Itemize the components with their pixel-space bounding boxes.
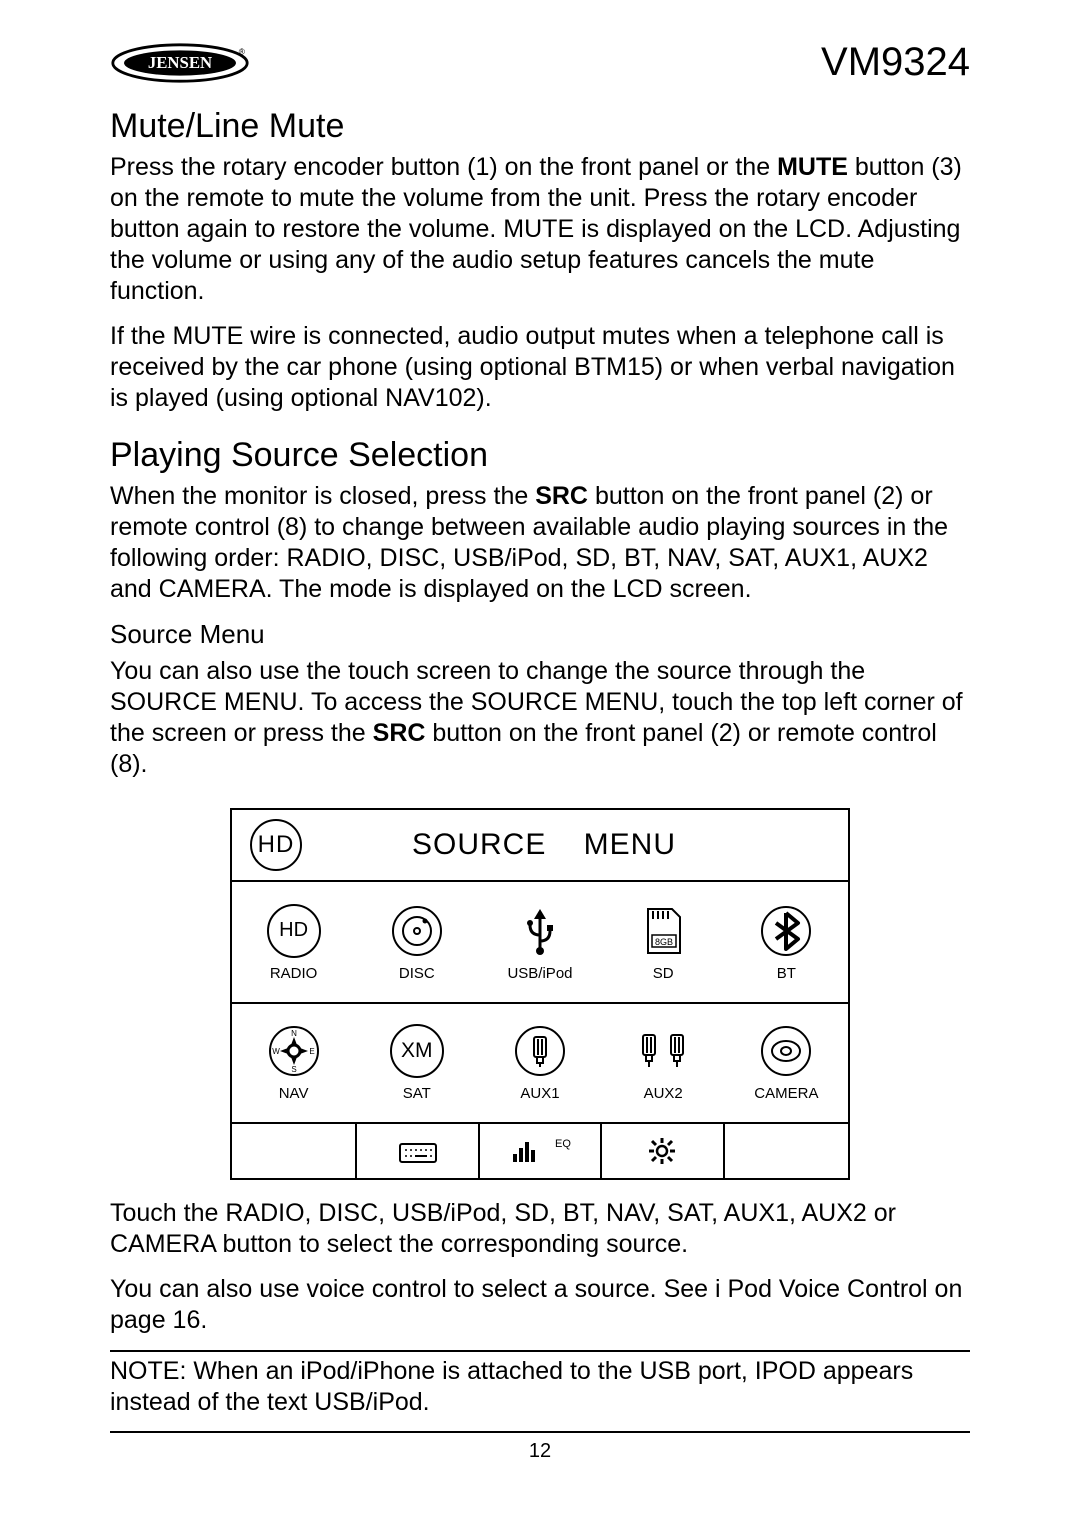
note-text: NOTE: When an iPod/iPhone is attached to…	[110, 1356, 970, 1417]
note-rule-top	[110, 1350, 970, 1352]
brand-logo-text: JENSEN	[148, 52, 212, 71]
figure-footer: EQ	[232, 1122, 848, 1178]
text: HD	[267, 904, 321, 958]
note-rule-bottom	[110, 1431, 970, 1433]
document-page: JENSEN ® VM9324 Mute/Line Mute Press the…	[0, 0, 1080, 1521]
text-bold: SRC	[535, 482, 588, 510]
source-label: SAT	[403, 1085, 431, 1102]
source-button-aux2[interactable]: AUX2	[602, 1002, 725, 1122]
source-button-radio[interactable]: HD RADIO	[232, 882, 355, 1002]
page-number: 12	[0, 1440, 1080, 1463]
svg-text:8GB: 8GB	[655, 937, 673, 947]
gear-icon	[647, 1136, 677, 1166]
footer-button-eq[interactable]: EQ	[478, 1124, 601, 1178]
mute-paragraph-1: Press the rotary encoder button (1) on t…	[110, 152, 970, 307]
source-paragraph-3: Touch the RADIO, DISC, USB/iPod, SD, BT,…	[110, 1198, 970, 1260]
equalizer-icon	[509, 1136, 553, 1166]
source-label: BT	[777, 965, 796, 982]
source-button-sat[interactable]: XM SAT	[355, 1002, 478, 1122]
source-label: RADIO	[270, 965, 318, 982]
keyboard-icon	[398, 1138, 438, 1164]
footer-spacer-right	[725, 1124, 848, 1178]
source-button-camera[interactable]: CAMERA	[725, 1002, 848, 1122]
hd-radio-icon: HD	[266, 903, 322, 959]
source-menu-figure: HD SOURCE MENU HD RADIO DISC	[230, 808, 850, 1180]
source-label: AUX1	[520, 1085, 559, 1102]
source-button-nav[interactable]: N S W E NAV	[232, 1002, 355, 1122]
text-bold: MUTE	[777, 153, 848, 181]
source-paragraph-2: You can also use the touch screen to cha…	[110, 656, 970, 780]
xm-icon: XM	[389, 1023, 445, 1079]
sd-card-icon: 8GB	[635, 903, 691, 959]
source-paragraph-4: You can also use voice control to select…	[110, 1274, 970, 1336]
bluetooth-icon	[758, 903, 814, 959]
text: Press the rotary encoder button (1) on t…	[110, 153, 777, 181]
section-heading-source: Playing Source Selection	[110, 436, 970, 475]
subheading-source-menu: Source Menu	[110, 619, 970, 650]
eq-label: EQ	[555, 1138, 571, 1150]
compass-icon: N S W E	[266, 1023, 322, 1079]
footer-button-keyboard[interactable]	[355, 1124, 478, 1178]
mute-paragraph-2: If the MUTE wire is connected, audio out…	[110, 321, 970, 414]
usb-icon	[512, 903, 568, 959]
source-button-aux1[interactable]: AUX1	[478, 1002, 601, 1122]
model-number: VM9324	[821, 40, 970, 85]
footer-spacer-left	[232, 1124, 355, 1178]
figure-title-text: SOURCE MENU	[412, 828, 676, 862]
source-label: AUX2	[644, 1085, 683, 1102]
source-button-sd[interactable]: 8GB SD	[602, 882, 725, 1002]
hd-badge-icon: HD	[250, 819, 302, 871]
svg-text:E: E	[309, 1047, 314, 1056]
svg-text:N: N	[291, 1029, 297, 1038]
section-heading-mute: Mute/Line Mute	[110, 107, 970, 146]
source-button-bt[interactable]: BT	[725, 882, 848, 1002]
source-label: CAMERA	[754, 1085, 818, 1102]
footer-button-settings[interactable]	[602, 1124, 725, 1178]
aux2-icon	[635, 1023, 691, 1079]
source-paragraph-1: When the monitor is closed, press the SR…	[110, 481, 970, 605]
source-label: USB/iPod	[507, 965, 572, 982]
disc-icon	[389, 903, 445, 959]
source-label: NAV	[279, 1085, 309, 1102]
text: When the monitor is closed, press the	[110, 482, 535, 510]
figure-title-bar: HD SOURCE MENU	[232, 810, 848, 882]
brand-logo: JENSEN ®	[110, 42, 250, 84]
page-header: JENSEN ® VM9324	[110, 40, 970, 85]
source-button-usb[interactable]: USB/iPod	[478, 882, 601, 1002]
svg-text:W: W	[272, 1047, 280, 1056]
source-button-disc[interactable]: DISC	[355, 882, 478, 1002]
svg-text:S: S	[291, 1065, 296, 1074]
svg-text:®: ®	[239, 46, 246, 56]
figure-grid: HD RADIO DISC	[232, 882, 848, 1122]
text-bold: SRC	[373, 719, 426, 747]
source-label: DISC	[399, 965, 435, 982]
text: XM	[390, 1024, 444, 1078]
source-label: SD	[653, 965, 674, 982]
aux-icon	[512, 1023, 568, 1079]
camera-icon	[758, 1023, 814, 1079]
